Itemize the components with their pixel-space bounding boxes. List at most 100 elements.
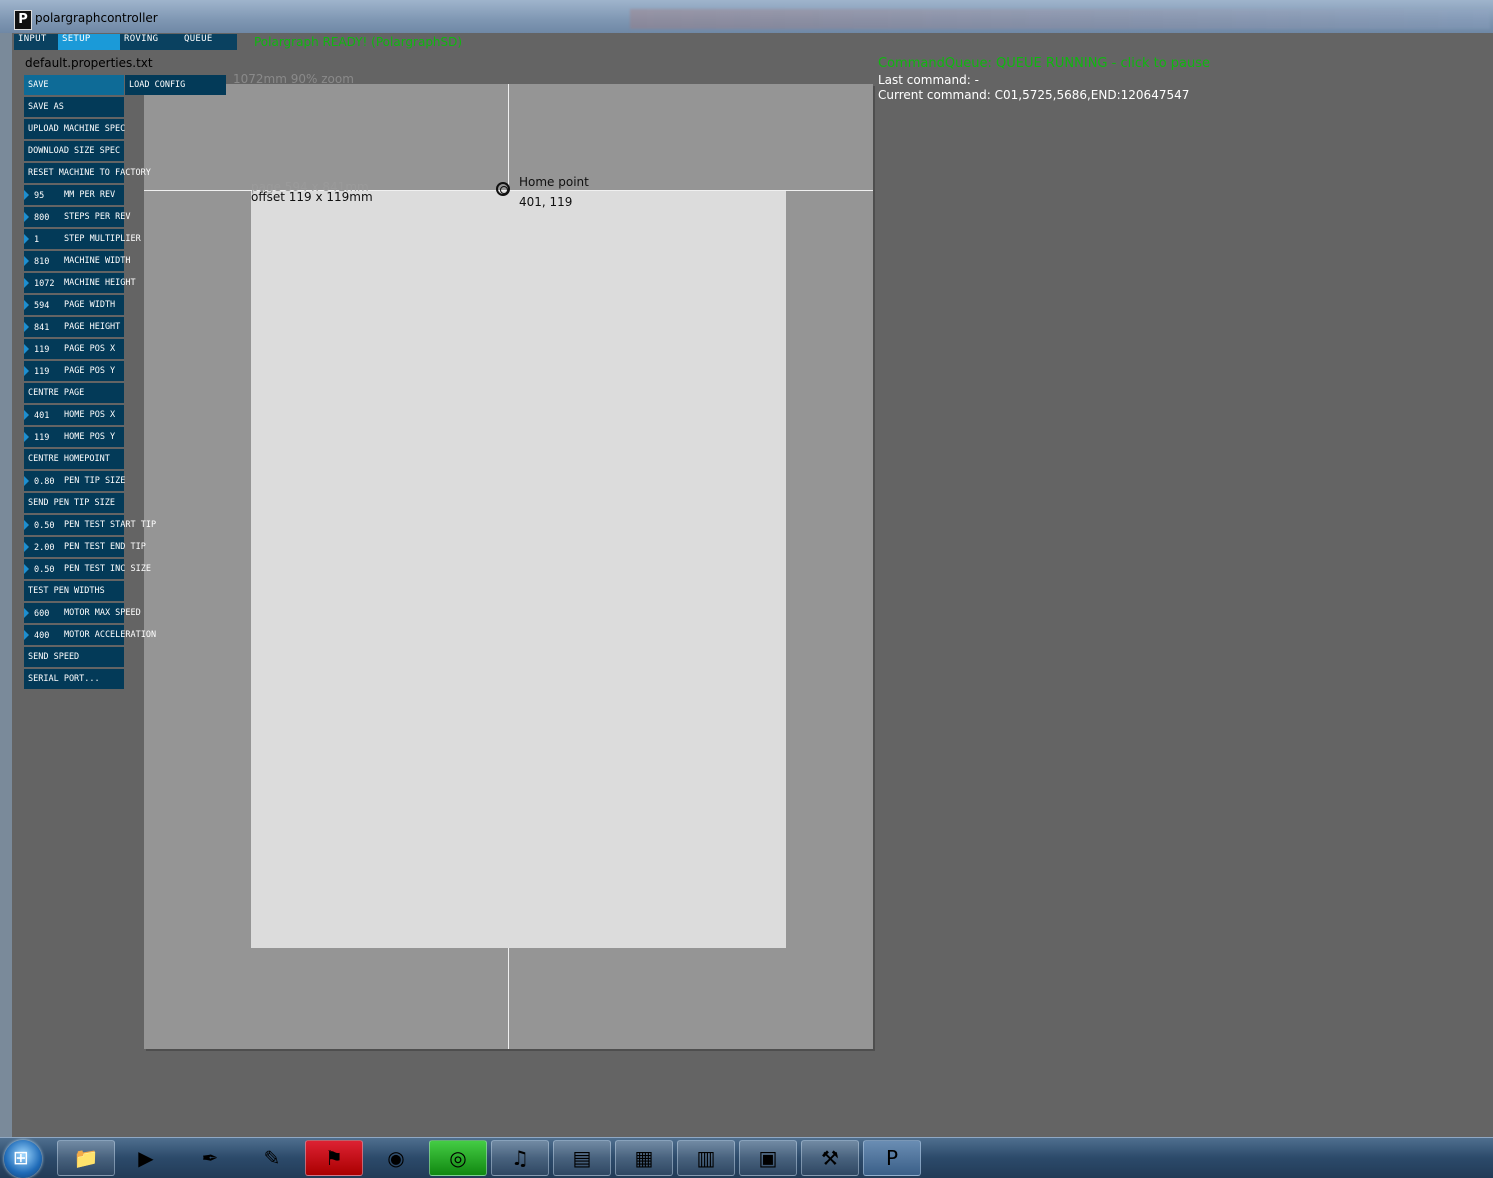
- pen-test-inc-size-field[interactable]: 0.50 PEN TEST INC SIZE: [24, 559, 151, 579]
- reset-machine-button[interactable]: RESET MACHINE TO FACTORY: [24, 163, 151, 183]
- triangle-right-icon: [24, 278, 29, 288]
- toolbox-icon[interactable]: ⚒: [801, 1140, 859, 1176]
- chrome-icon[interactable]: ◎: [429, 1140, 487, 1176]
- background-window-blur: [630, 9, 1490, 29]
- tab-bar: INPUT SETUP ROVING QUEUE: [14, 34, 237, 50]
- remote-desktop-icon[interactable]: ▣: [739, 1140, 797, 1176]
- motor-max-speed-value: 600: [34, 609, 50, 619]
- pen-test-inc-size-label: PEN TEST INC SIZE: [64, 564, 151, 574]
- save-button[interactable]: SAVE: [24, 75, 124, 95]
- page-height-field[interactable]: 841 PAGE HEIGHT: [24, 317, 124, 337]
- triangle-right-icon: [24, 300, 29, 310]
- triangle-right-icon: [24, 608, 29, 618]
- steps-per-rev-label: STEPS PER REV: [64, 212, 131, 222]
- steps-per-rev-field[interactable]: 800 STEPS PER REV: [24, 207, 131, 227]
- centre-page-button[interactable]: CENTRE PAGE: [24, 383, 124, 403]
- winrar-icon[interactable]: ▥: [677, 1140, 735, 1176]
- tab-queue[interactable]: QUEUE: [180, 34, 237, 50]
- page-width-field[interactable]: 594 PAGE WIDTH: [24, 295, 124, 315]
- motor-max-speed-label: MOTOR MAX SPEED: [64, 608, 141, 618]
- test-pen-widths-button[interactable]: TEST PEN WIDTHS: [24, 581, 124, 601]
- serial-port-button[interactable]: SERIAL PORT...: [24, 669, 124, 689]
- current-command: Current command: C01,5725,5686,END:12064…: [878, 88, 1190, 102]
- windows-taskbar: ⊞ 📁 ▶ ✒ ✎ ⚑ ◉ ◎ ♫ ▤ ▦ ▥ ▣ ⚒ P: [0, 1137, 1493, 1178]
- motor-max-speed-field[interactable]: 600 MOTOR MAX SPEED: [24, 603, 141, 623]
- page-height-value: 841: [34, 323, 50, 333]
- polargraph-app-icon: P: [14, 10, 32, 30]
- start-button[interactable]: ⊞: [4, 1140, 42, 1178]
- command-queue-toggle[interactable]: CommandQueue: QUEUE RUNNING - click to p…: [878, 56, 1210, 71]
- motor-acceleration-field[interactable]: 400 MOTOR ACCELERATION: [24, 625, 156, 645]
- page-area[interactable]: [251, 191, 786, 948]
- send-pen-tip-size-button[interactable]: SEND PEN TIP SIZE: [24, 493, 124, 513]
- page-height-label: PAGE HEIGHT: [64, 322, 121, 332]
- triangle-right-icon: [24, 410, 29, 420]
- triangle-right-icon: [24, 564, 29, 574]
- pen-tip-size-field[interactable]: 0.80 PEN TIP SIZE: [24, 471, 125, 491]
- window-title-bar: P polargraphcontroller: [0, 0, 1493, 33]
- page-pos-y-field[interactable]: 119 PAGE POS Y: [24, 361, 124, 381]
- save-as-label: SAVE AS: [28, 102, 64, 112]
- last-command: Last command: -: [878, 73, 979, 87]
- load-config-label: LOAD CONFIG: [129, 80, 186, 90]
- step-multiplier-label: STEP MULTIPLIER: [64, 234, 141, 244]
- inkscape-icon[interactable]: ✒: [181, 1140, 239, 1176]
- test-pen-widths-label: TEST PEN WIDTHS: [28, 586, 105, 596]
- task-manager-icon[interactable]: ▦: [615, 1140, 673, 1176]
- triangle-right-icon: [24, 190, 29, 200]
- machine-width-value: 810: [34, 257, 50, 267]
- steps-per-rev-value: 800: [34, 213, 50, 223]
- download-size-spec-button[interactable]: DOWNLOAD SIZE SPEC: [24, 141, 124, 161]
- polargraph-icon[interactable]: P: [863, 1140, 921, 1176]
- reset-machine-label: RESET MACHINE TO FACTORY: [28, 168, 151, 178]
- step-multiplier-field[interactable]: 1 STEP MULTIPLIER: [24, 229, 141, 249]
- send-pen-tip-size-label: SEND PEN TIP SIZE: [28, 498, 115, 508]
- home-pos-x-field[interactable]: 401 HOME POS X: [24, 405, 124, 425]
- pen-tip-size-value: 0.80: [34, 477, 55, 487]
- machine-width-label: MACHINE WIDTH: [64, 256, 131, 266]
- mm-per-rev-label: MM PER REV: [64, 190, 116, 200]
- upload-machine-spec-button[interactable]: UPLOAD MACHINE SPEC: [24, 119, 125, 139]
- left-window-edge: [0, 33, 12, 1137]
- page-width-value: 594: [34, 301, 50, 311]
- connection-status: Polargraph READY! (PolargraphSD): [254, 35, 463, 49]
- pen-test-end-tip-field[interactable]: 2.00 PEN TEST END TIP: [24, 537, 146, 557]
- triangle-right-icon: [24, 542, 29, 552]
- serial-port-label: SERIAL PORT...: [28, 674, 100, 684]
- centre-page-label: CENTRE PAGE: [28, 388, 85, 398]
- page-width-label: PAGE WIDTH: [64, 300, 116, 310]
- notepad-icon[interactable]: ▤: [553, 1140, 611, 1176]
- home-vertical-guide-top: [508, 84, 509, 191]
- pen-test-end-tip-label: PEN TEST END TIP: [64, 542, 146, 552]
- home-pos-x-value: 401: [34, 411, 50, 421]
- inkscape-alt-icon[interactable]: ✎: [243, 1140, 301, 1176]
- page-pos-x-value: 119: [34, 345, 50, 355]
- load-config-button[interactable]: LOAD CONFIG: [125, 75, 226, 95]
- home-pos-y-field[interactable]: 119 HOME POS Y: [24, 427, 124, 447]
- tab-roving[interactable]: ROVING: [120, 34, 180, 50]
- mm-per-rev-field[interactable]: 95 MM PER REV: [24, 185, 124, 205]
- windows-explorer-icon[interactable]: 📁: [57, 1140, 115, 1176]
- home-point-coords: 401, 119: [519, 195, 573, 209]
- itunes-icon[interactable]: ♫: [491, 1140, 549, 1176]
- tab-setup[interactable]: SETUP: [58, 34, 120, 50]
- send-speed-button[interactable]: SEND SPEED: [24, 647, 124, 667]
- firefox-icon[interactable]: ◉: [367, 1140, 425, 1176]
- step-multiplier-value: 1: [34, 235, 40, 245]
- motor-acceleration-label: MOTOR ACCELERATION: [64, 630, 157, 640]
- save-button-label: SAVE: [28, 80, 49, 90]
- machine-height-field[interactable]: 1072 MACHINE HEIGHT: [24, 273, 136, 293]
- save-as-button[interactable]: SAVE AS: [24, 97, 124, 117]
- properties-filename: default.properties.txt: [25, 56, 153, 70]
- home-point-icon[interactable]: [496, 182, 510, 196]
- page-pos-x-label: PAGE POS X: [64, 344, 116, 354]
- pen-test-inc-size-value: 0.50: [34, 565, 55, 575]
- centre-homepoint-button[interactable]: CENTRE HOMEPOINT: [24, 449, 124, 469]
- tab-input[interactable]: INPUT: [14, 34, 58, 50]
- machine-width-field[interactable]: 810 MACHINE WIDTH: [24, 251, 131, 271]
- media-player-icon[interactable]: ▶: [117, 1140, 175, 1176]
- pen-test-start-tip-field[interactable]: 0.50 PEN TEST START TIP: [24, 515, 156, 535]
- triangle-right-icon: [24, 212, 29, 222]
- acrobat-reader-icon[interactable]: ⚑: [305, 1140, 363, 1176]
- page-pos-x-field[interactable]: 119 PAGE POS X: [24, 339, 124, 359]
